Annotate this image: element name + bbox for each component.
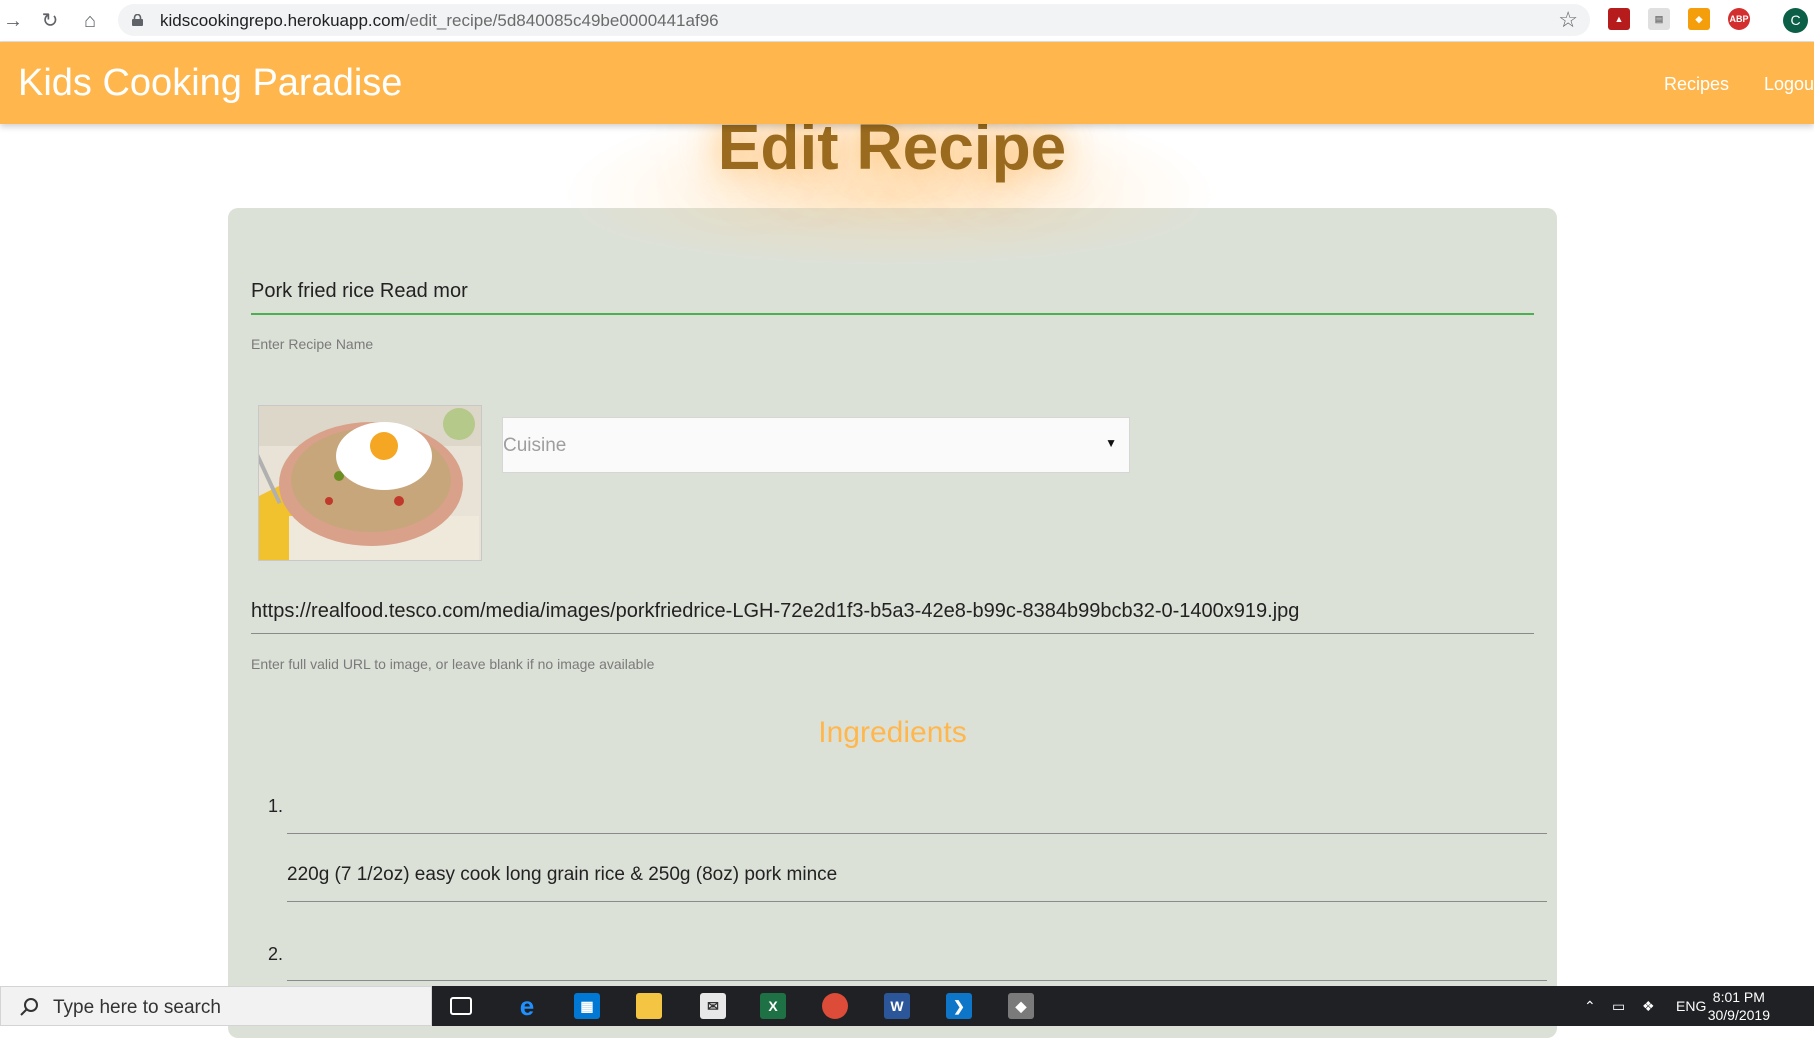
edge-icon[interactable]: e <box>514 993 540 1019</box>
pdf-extension-icon[interactable]: ▲ <box>1608 8 1630 30</box>
recipe-name-input[interactable] <box>251 280 1534 315</box>
ingredient-underline <box>287 901 1547 902</box>
image-url-helper: Enter full valid URL to image, or leave … <box>251 656 655 672</box>
home-icon[interactable]: ⌂ <box>77 8 103 34</box>
ingredients-title: Ingredients <box>818 716 967 749</box>
chrome-icon[interactable] <box>822 993 848 1019</box>
word-icon[interactable]: W <box>884 993 910 1019</box>
vscode-icon[interactable]: ❯ <box>946 993 972 1019</box>
document-extension-icon[interactable]: ▤ <box>1648 8 1670 30</box>
adblock-extension-icon[interactable]: ABP <box>1728 8 1750 30</box>
language-indicator[interactable]: ENG <box>1676 998 1706 1014</box>
nav-recipes-link[interactable]: Recipes <box>1664 74 1729 95</box>
address-bar[interactable]: kidscookingrepo.herokuapp.com/edit_recip… <box>118 4 1590 36</box>
cuisine-select[interactable]: Cuisine ▼ <box>502 417 1130 473</box>
dropdown-caret-icon: ▼ <box>1105 436 1117 450</box>
ingredient-number: 1. <box>268 796 284 816</box>
url-text: kidscookingrepo.herokuapp.com/edit_recip… <box>160 11 719 30</box>
task-view-icon[interactable] <box>450 997 472 1015</box>
reload-icon[interactable]: ↻ <box>37 8 63 34</box>
battery-icon[interactable]: ▭ <box>1612 998 1625 1015</box>
nav-logout-link[interactable]: Logou <box>1764 74 1814 95</box>
site-header: Kids Cooking Paradise Recipes Logou <box>0 42 1814 124</box>
bookmark-star-icon[interactable]: ☆ <box>1558 7 1578 33</box>
fox-extension-icon[interactable]: ◆ <box>1688 8 1710 30</box>
windows-taskbar: Type here to search e ▦ ✉ X W ❯ ◆ ⌃ ▭ ❖ … <box>0 986 1814 1026</box>
recipe-name-helper: Enter Recipe Name <box>251 336 374 352</box>
clock-date: 30/9/2019 <box>1707 1007 1770 1023</box>
store-icon[interactable]: ▦ <box>574 993 600 1019</box>
browser-toolbar: → ↻ ⌂ kidscookingrepo.herokuapp.com/edit… <box>0 0 1814 42</box>
excel-icon[interactable]: X <box>760 993 786 1019</box>
ingredient-input[interactable] <box>287 980 1547 981</box>
dropbox-icon[interactable]: ❖ <box>1642 998 1655 1015</box>
clock-time: 8:01 PM <box>1712 989 1765 1005</box>
brand-logo[interactable]: Kids Cooking Paradise <box>18 62 402 105</box>
taskbar-search[interactable]: Type here to search <box>0 986 432 1026</box>
search-placeholder: Type here to search <box>53 997 221 1018</box>
lock-icon <box>132 14 143 26</box>
system-clock[interactable]: 8:01 PM 30/9/2019 <box>1708 988 1770 1024</box>
card-glow <box>560 208 1220 268</box>
ingredient-text[interactable]: 220g (7 1/2oz) easy cook long grain rice… <box>287 864 837 886</box>
cuisine-placeholder: Cuisine <box>503 435 567 456</box>
ingredient-input[interactable] <box>287 833 1547 834</box>
fried-rice-photo <box>259 406 481 560</box>
ingredient-number: 2. <box>268 944 284 964</box>
search-icon <box>20 998 38 1016</box>
image-url-input[interactable] <box>251 600 1534 634</box>
git-icon[interactable]: ◆ <box>1008 993 1034 1019</box>
mail-icon[interactable]: ✉ <box>700 993 726 1019</box>
tray-chevron-icon[interactable]: ⌃ <box>1584 998 1596 1015</box>
recipe-image <box>258 405 482 561</box>
profile-avatar[interactable]: C <box>1783 8 1808 33</box>
file-explorer-icon[interactable] <box>636 993 662 1019</box>
forward-icon[interactable]: → <box>0 8 26 34</box>
